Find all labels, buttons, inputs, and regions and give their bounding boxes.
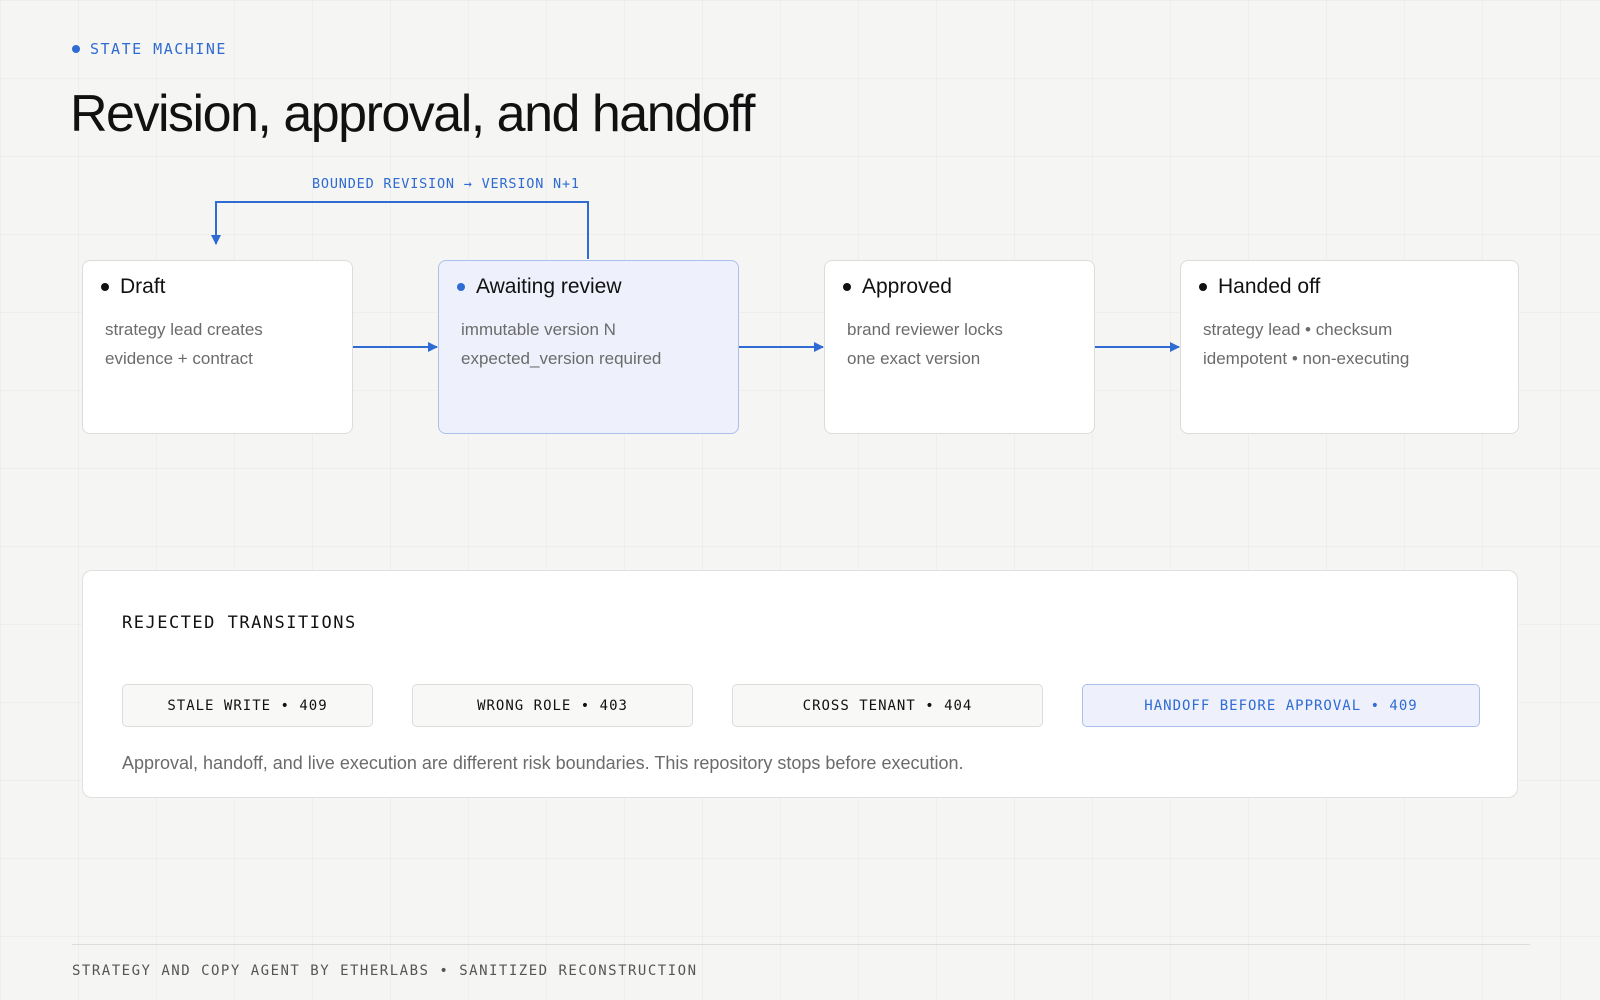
state-detail-line: one exact version: [847, 349, 981, 368]
state-draft: Draft strategy lead creates evidence + c…: [82, 260, 353, 434]
rejection-chip-cross-tenant: CROSS TENANT • 404: [732, 684, 1043, 727]
rejection-chip-wrong-role: WRONG ROLE • 403: [412, 684, 693, 727]
state-bullet-icon: [843, 283, 851, 291]
state-name: Handed off: [1218, 275, 1321, 298]
flow-arrows: [211, 201, 1180, 352]
state-detail-line: strategy lead creates: [105, 320, 263, 339]
rejection-chip-stale-write: STALE WRITE • 409: [122, 684, 373, 727]
section-eyebrow: STATE MACHINE: [72, 40, 227, 58]
state-bullet-icon: [457, 283, 465, 291]
state-detail-line: immutable version N: [461, 320, 616, 339]
eyebrow-label: STATE MACHINE: [90, 40, 227, 58]
panel-note: Approval, handoff, and live execution ar…: [122, 753, 964, 773]
panel-title: REJECTED TRANSITIONS: [122, 613, 357, 633]
state-bullet-icon: [1199, 283, 1207, 291]
state-handed-off: Handed off strategy lead • checksum idem…: [1180, 260, 1519, 434]
state-approved: Approved brand reviewer locks one exact …: [824, 260, 1095, 434]
state-detail-line: brand reviewer locks: [847, 320, 1003, 339]
state-detail-line: strategy lead • checksum: [1203, 320, 1393, 339]
footer-caption: STRATEGY AND COPY AGENT BY ETHERLABS • S…: [72, 963, 698, 979]
rejected-transitions-panel: REJECTED TRANSITIONS STALE WRITE • 409 W…: [82, 570, 1518, 798]
state-name: Draft: [120, 275, 166, 298]
state-name: Approved: [862, 275, 952, 298]
eyebrow-dot-icon: [72, 45, 80, 53]
state-bullet-icon: [101, 283, 109, 291]
page-title: Revision, approval, and handoff: [70, 85, 755, 143]
rejection-chip-handoff-before-approval: HANDOFF BEFORE APPROVAL • 409: [1082, 684, 1480, 727]
state-detail-line: idempotent • non-executing: [1203, 349, 1410, 368]
revision-loop-label: BOUNDED REVISION → VERSION N+1: [312, 176, 580, 192]
revision-loop-arrow: [211, 201, 589, 259]
state-detail-line: expected_version required: [461, 349, 662, 368]
footer-divider: [72, 944, 1530, 945]
state-awaiting-review: Awaiting review immutable version N expe…: [438, 260, 739, 434]
state-name: Awaiting review: [476, 275, 622, 298]
state-detail-line: evidence + contract: [105, 349, 253, 368]
